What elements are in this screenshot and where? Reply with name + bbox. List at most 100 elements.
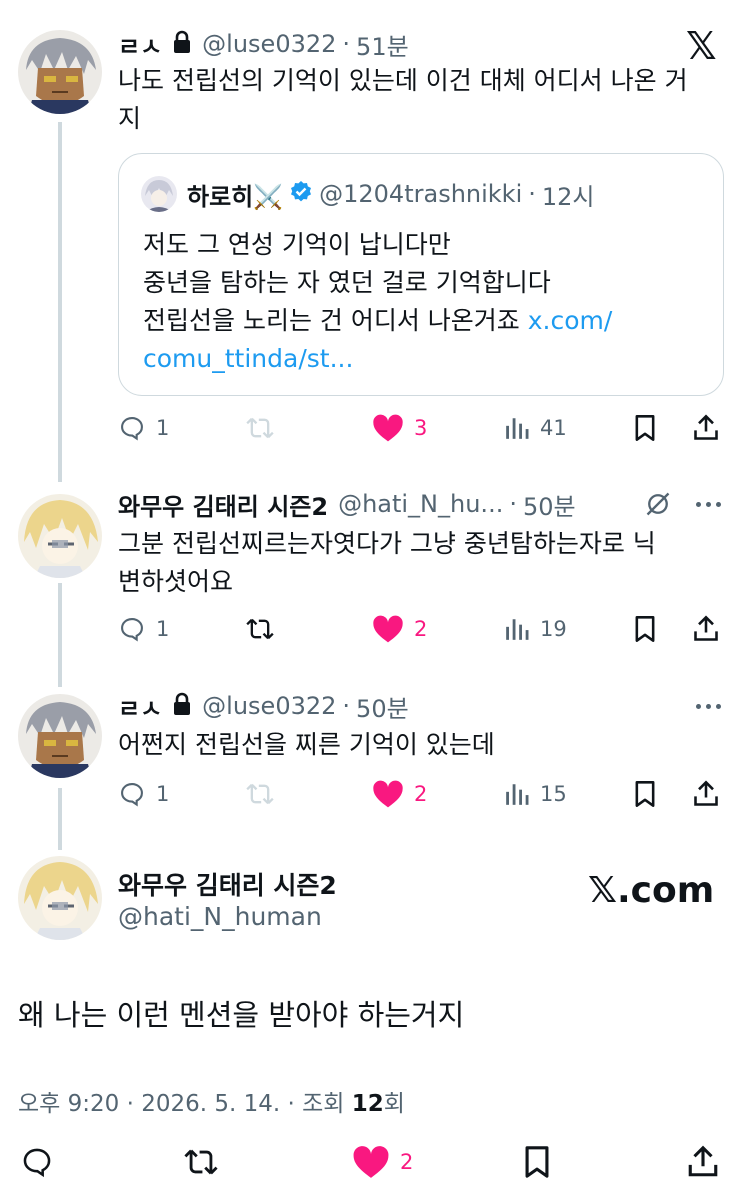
- quote-time[interactable]: 12시: [542, 177, 595, 212]
- retweet-icon: [184, 1149, 218, 1175]
- heart-filled-icon: [373, 615, 403, 643]
- quoted-tweet-card[interactable]: 하로히⚔️ @1204trashnikki · 12시 저도 그 연성 기억이 …: [118, 153, 724, 396]
- display-name[interactable]: ㄹㅅ: [118, 689, 162, 724]
- views-chart-icon: [506, 418, 529, 439]
- separator-dot: ·: [342, 692, 351, 720]
- main-view-count: 12: [351, 1091, 384, 1117]
- bookmark-icon: [635, 616, 655, 642]
- reply-count: 1: [156, 617, 170, 641]
- bookmark-button[interactable]: [522, 1145, 552, 1179]
- retweet-button[interactable]: [244, 615, 276, 643]
- like-button[interactable]: 2: [352, 1144, 413, 1180]
- retweet-icon: [246, 618, 274, 640]
- reply-icon: [23, 1148, 51, 1178]
- views-button[interactable]: 19: [504, 616, 567, 642]
- more-options-icon[interactable]: [696, 502, 721, 507]
- lock-icon: [172, 30, 192, 58]
- share-icon: [694, 615, 718, 641]
- quote-link[interactable]: comu_ttinda/st...: [143, 340, 703, 378]
- separator-dot: ·: [342, 30, 351, 58]
- share-icon: [694, 414, 718, 440]
- views-chart-icon: [506, 784, 529, 805]
- reply-count: 1: [156, 416, 170, 440]
- bookmark-icon: [525, 1146, 549, 1178]
- share-button[interactable]: [686, 1145, 720, 1179]
- like-count: 2: [414, 782, 428, 806]
- retweet-button[interactable]: [244, 414, 276, 442]
- like-button[interactable]: 3: [372, 413, 427, 443]
- separator-dot: ·: [509, 490, 517, 518]
- quote-link[interactable]: x.com/: [528, 306, 613, 335]
- reply-button[interactable]: 1: [118, 615, 169, 643]
- tweet-text-line: 지: [118, 104, 142, 133]
- lock-icon: [172, 692, 192, 720]
- reply-icon: [121, 417, 143, 441]
- retweet-button[interactable]: [244, 780, 276, 808]
- grok-icon[interactable]: [644, 490, 672, 522]
- views-button[interactable]: 41: [504, 415, 567, 441]
- tweet-text-line: 그분 전립선찌르는자엿다가 그냥 중년탐하는자로 닉: [118, 529, 656, 558]
- tweet-text-line: 어쩐지 전립선을 찌른 기억이 있는데: [118, 730, 495, 759]
- time[interactable]: 50분: [523, 487, 576, 522]
- main-tweet-actions: 2: [18, 1142, 724, 1182]
- time[interactable]: 50분: [356, 689, 409, 724]
- bookmark-icon: [635, 415, 655, 441]
- like-count: 2: [414, 617, 428, 641]
- reply-icon: [121, 618, 143, 642]
- time[interactable]: 51분: [356, 27, 409, 62]
- bookmark-button[interactable]: [632, 615, 658, 643]
- like-button[interactable]: 2: [372, 614, 427, 644]
- quote-header: 하로히⚔️ @1204trashnikki · 12시: [187, 177, 595, 212]
- avatar-luse[interactable]: [18, 30, 102, 114]
- retweet-button[interactable]: [182, 1145, 220, 1179]
- view-suffix: 회: [383, 1091, 405, 1117]
- tweet-actions: 1 2 15: [118, 774, 724, 814]
- share-button[interactable]: [692, 615, 720, 643]
- tweet-header: 와무우 김태리 시즌2 @hati_N_hu... · 50분: [118, 487, 576, 522]
- tweet-text-line: 변하셧어요: [118, 567, 234, 596]
- share-button[interactable]: [692, 780, 720, 808]
- main-tweet-text: 왜 나는 이런 멘션을 받아야 하는거지: [18, 998, 465, 1032]
- quote-handle[interactable]: @1204trashnikki: [319, 180, 522, 208]
- share-button[interactable]: [692, 414, 720, 442]
- reply-icon: [121, 783, 143, 807]
- quote-avatar: [141, 176, 177, 212]
- handle[interactable]: @luse0322: [202, 692, 336, 720]
- quote-text-line: 중년을 탐하는 자 였던 걸로 기억합니다: [143, 268, 551, 297]
- tweet-text-line: 나도 전립선의 기억이 있는데 이건 대체 어디서 나온 거: [118, 66, 688, 95]
- thread-connector: [58, 122, 62, 482]
- heart-filled-icon: [373, 780, 403, 808]
- views-button[interactable]: 15: [504, 781, 567, 807]
- reply-button[interactable]: 1: [118, 414, 169, 442]
- view-count: 19: [540, 617, 567, 641]
- quote-display-name[interactable]: 하로히⚔️: [187, 177, 283, 212]
- x-logo: 𝕏: [686, 24, 717, 68]
- more-options-icon[interactable]: [696, 704, 721, 709]
- handle[interactable]: @hati_N_hu...: [338, 490, 503, 518]
- share-icon: [694, 780, 718, 806]
- bookmark-button[interactable]: [632, 780, 658, 808]
- display-name[interactable]: ㄹㅅ: [118, 27, 162, 62]
- main-timestamp: 오후 9:20 · 2026. 5. 14. · 조회 12회: [18, 1084, 405, 1118]
- bookmark-button[interactable]: [632, 414, 658, 442]
- tweet-text: 그분 전립선찌르는자엿다가 그냥 중년탐하는자로 닉 변하셧어요: [118, 525, 724, 601]
- main-handle[interactable]: @hati_N_human: [118, 902, 322, 931]
- heart-filled-icon: [353, 1146, 389, 1178]
- display-name[interactable]: 와무우 김태리 시즌2: [118, 487, 328, 522]
- avatar-hati[interactable]: [18, 856, 102, 940]
- handle[interactable]: @luse0322: [202, 30, 336, 58]
- avatar-luse[interactable]: [18, 694, 102, 778]
- tweet-text: 나도 전립선의 기억이 있는데 이건 대체 어디서 나온 거 지: [118, 62, 724, 138]
- timestamp-text[interactable]: 오후 9:20 · 2026. 5. 14. · 조회: [18, 1091, 352, 1117]
- like-count: 3: [414, 416, 428, 440]
- view-count: 15: [540, 782, 567, 806]
- reply-button[interactable]: 1: [118, 780, 169, 808]
- like-button[interactable]: 2: [372, 779, 427, 809]
- reply-button[interactable]: [20, 1145, 54, 1179]
- separator-dot: ·: [528, 180, 536, 208]
- main-display-name[interactable]: 와무우 김태리 시즌2: [118, 866, 337, 902]
- tweet-header: ㄹㅅ @luse0322 · 50분: [118, 689, 409, 724]
- quote-text: 저도 그 연성 기억이 납니다만 중년을 탐하는 자 였던 걸로 기억합니다 전…: [143, 226, 703, 378]
- reply-count: 1: [156, 782, 170, 806]
- avatar-hati[interactable]: [18, 494, 102, 578]
